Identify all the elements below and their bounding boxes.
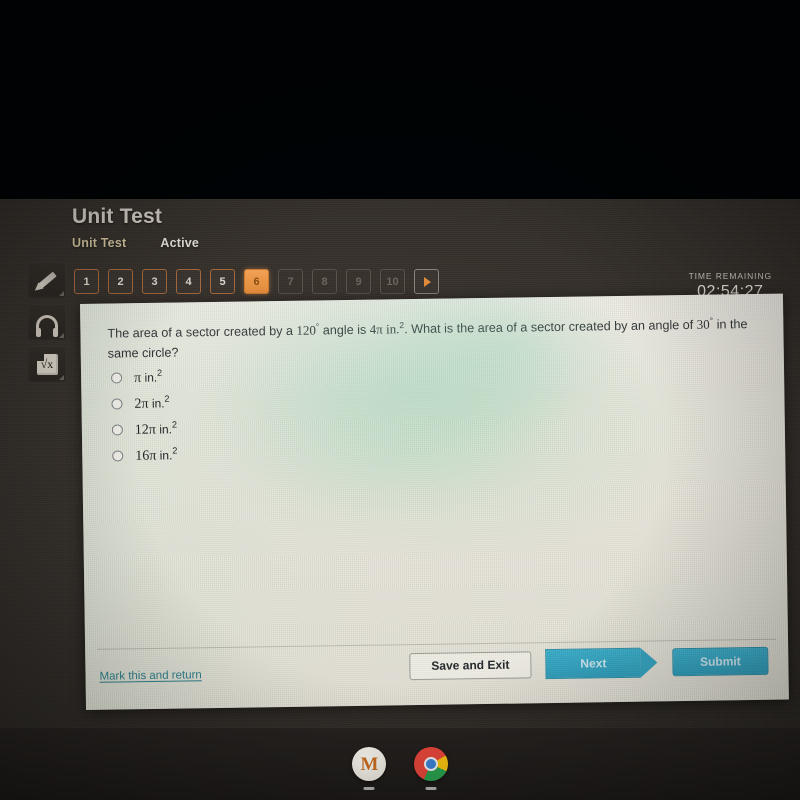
radio-button-1[interactable] (111, 372, 123, 384)
page-title: Unit Test (72, 205, 163, 228)
option-4-coefficient: 16 (135, 449, 150, 465)
answer-option-2[interactable]: 2π in.2 (111, 393, 176, 413)
m-logo-letter: M (360, 753, 379, 775)
highlighter-tool-button[interactable] (28, 262, 66, 298)
question-panel: The area of a sector created by a 120° a… (80, 293, 789, 710)
mark-this-and-return-link[interactable]: Mark this and return (99, 669, 201, 683)
question-text: The area of a sector created by a 120° a… (107, 313, 756, 364)
chrome-hub (424, 757, 438, 771)
answer-option-3[interactable]: 12π in.2 (111, 419, 177, 439)
header-tabs: Unit Test Active (72, 236, 199, 250)
radio-button-2[interactable] (111, 398, 123, 410)
qnav-item-9: 9 (346, 269, 371, 294)
taskbar: M (0, 728, 800, 800)
answer-option-1[interactable]: π in.2 (111, 367, 176, 387)
question-nav: 1 2 3 4 5 6 7 8 9 10 (74, 269, 439, 294)
qnav-item-5[interactable]: 5 (210, 269, 235, 294)
answer-option-1-label: π in.2 (134, 367, 163, 386)
app-running-indicator (363, 787, 375, 790)
qnav-item-1[interactable]: 1 (74, 269, 99, 294)
save-and-exit-button[interactable]: Save and Exit (409, 650, 532, 680)
option-4-unit: in. (156, 448, 173, 464)
qnav-item-7: 7 (278, 269, 303, 294)
radio-button-4[interactable] (112, 450, 124, 463)
tool-rail: √x (28, 262, 66, 382)
question-part-1: The area of a sector created by a (107, 323, 297, 341)
answer-option-3-label: 12π in.2 (134, 419, 177, 439)
answer-option-4-label: 16π in.2 (135, 446, 178, 465)
answer-option-4[interactable]: 16π in.2 (112, 446, 178, 465)
option-3-unit: in. (155, 422, 173, 437)
headphones-icon (36, 315, 58, 337)
qnav-item-10: 10 (380, 269, 405, 294)
pencil-icon (37, 271, 57, 289)
qnav-item-3[interactable]: 3 (142, 269, 167, 294)
tab-unit-test[interactable]: Unit Test (72, 236, 126, 250)
time-remaining-label: TIME REMAINING (688, 271, 772, 281)
qnav-next-arrow-button[interactable] (414, 269, 439, 294)
option-2-exponent: 2 (164, 393, 170, 404)
option-1-exponent: 2 (157, 367, 163, 378)
qnav-item-8: 8 (312, 269, 337, 294)
question-angle-1: 120 (296, 322, 317, 338)
question-part-3: . What is the area of a sector created b… (404, 317, 697, 337)
m-logo-icon[interactable]: M (352, 747, 386, 790)
qnav-item-4[interactable]: 4 (176, 269, 201, 294)
play-forward-icon (424, 276, 431, 287)
submit-button[interactable]: Submit (672, 646, 769, 677)
app-running-indicator (425, 787, 437, 790)
calculator-tool-button[interactable]: √x (28, 346, 66, 382)
tab-active[interactable]: Active (160, 236, 199, 250)
answer-options: π in.2 2π in.2 12π in.2 16π in.2 (111, 367, 178, 465)
option-2-unit: in. (148, 396, 165, 411)
question-part-2: angle is (319, 322, 370, 338)
answer-option-2-label: 2π in.2 (134, 393, 170, 412)
footer-buttons: Save and Exit Next Submit (409, 646, 769, 681)
option-1-unit: in. (141, 370, 158, 385)
question-angle-2: 30 (696, 316, 710, 332)
laptop-photo: Unit Test Unit Test Active 1 2 3 4 5 6 7… (0, 0, 800, 800)
next-button[interactable]: Next (545, 647, 641, 680)
read-aloud-tool-button[interactable] (28, 304, 66, 340)
option-3-exponent: 2 (171, 419, 177, 430)
calculator-icon: √x (36, 353, 58, 375)
option-3-coefficient: 12 (134, 422, 149, 439)
screen-bezel-top (0, 0, 800, 201)
radio-button-3[interactable] (111, 424, 123, 436)
qnav-item-6[interactable]: 6 (244, 269, 269, 294)
chrome-icon[interactable] (414, 747, 448, 790)
question-value: 4π in. (369, 321, 400, 337)
option-4-exponent: 2 (172, 446, 178, 457)
qnav-item-2[interactable]: 2 (108, 269, 133, 294)
